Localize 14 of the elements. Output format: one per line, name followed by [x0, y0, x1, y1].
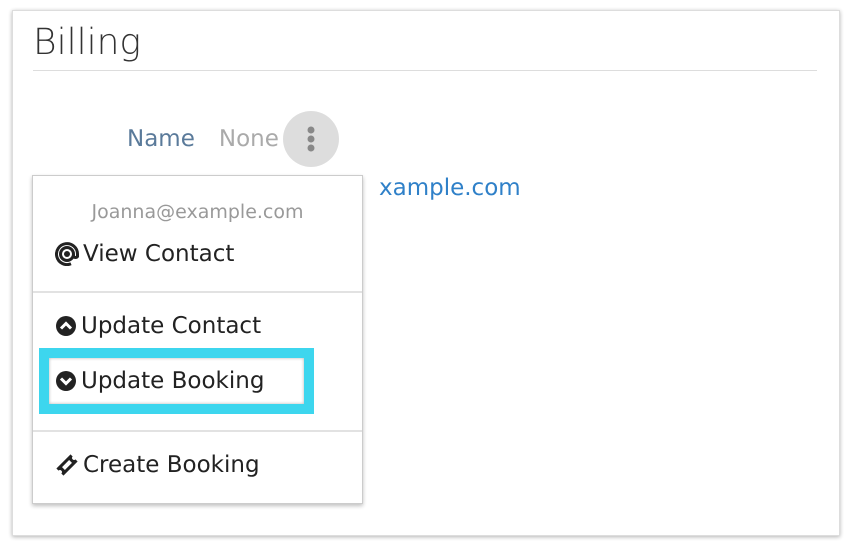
kebab-icon: [306, 125, 316, 154]
email-link[interactable]: xample.com: [379, 171, 521, 206]
chevron-down-icon: [55, 370, 77, 392]
chevron-up-icon: [55, 315, 77, 338]
menu-item[interactable]: Update Contact: [45, 305, 272, 348]
menu-header: Joanna@example.com: [90, 200, 304, 225]
menu-item[interactable]: View Contact: [45, 232, 244, 275]
field-label: Name: [127, 124, 195, 154]
menu-item[interactable]: Update Booking: [49, 358, 304, 404]
at-icon: [55, 242, 79, 266]
ticket-icon: [55, 453, 79, 478]
field-value: None: [218, 124, 279, 154]
section-title: Billing: [33, 21, 142, 64]
menu-item[interactable]: Create Booking: [45, 444, 270, 486]
